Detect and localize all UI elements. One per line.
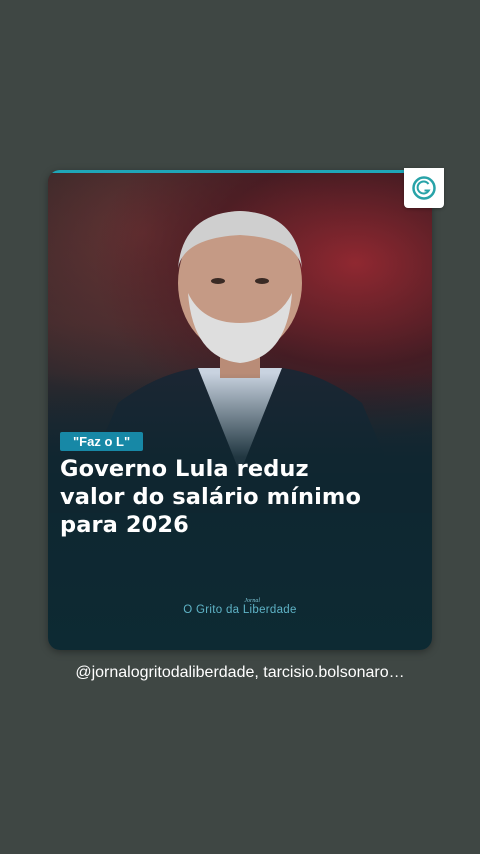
brand-name: O Grito da Liberdade [183,604,297,616]
headline-line: para 2026 [60,512,189,538]
headline-line: Governo Lula reduz [60,456,309,482]
g-logo-icon [412,176,436,200]
post-card[interactable] [48,170,432,650]
post-photo [48,173,432,513]
post-headline: Governo Lula reduz valor do salário míni… [60,455,400,539]
post-tag: "Faz o L" [60,432,144,451]
post-caption[interactable]: @jornalogritodaliberdade, tarcisio.bolso… [0,664,480,682]
headline-line: valor do salário mínimo [60,484,362,510]
logo-badge[interactable] [404,168,444,208]
brand-logo: Jornal O Grito da Liberdade [176,598,304,620]
